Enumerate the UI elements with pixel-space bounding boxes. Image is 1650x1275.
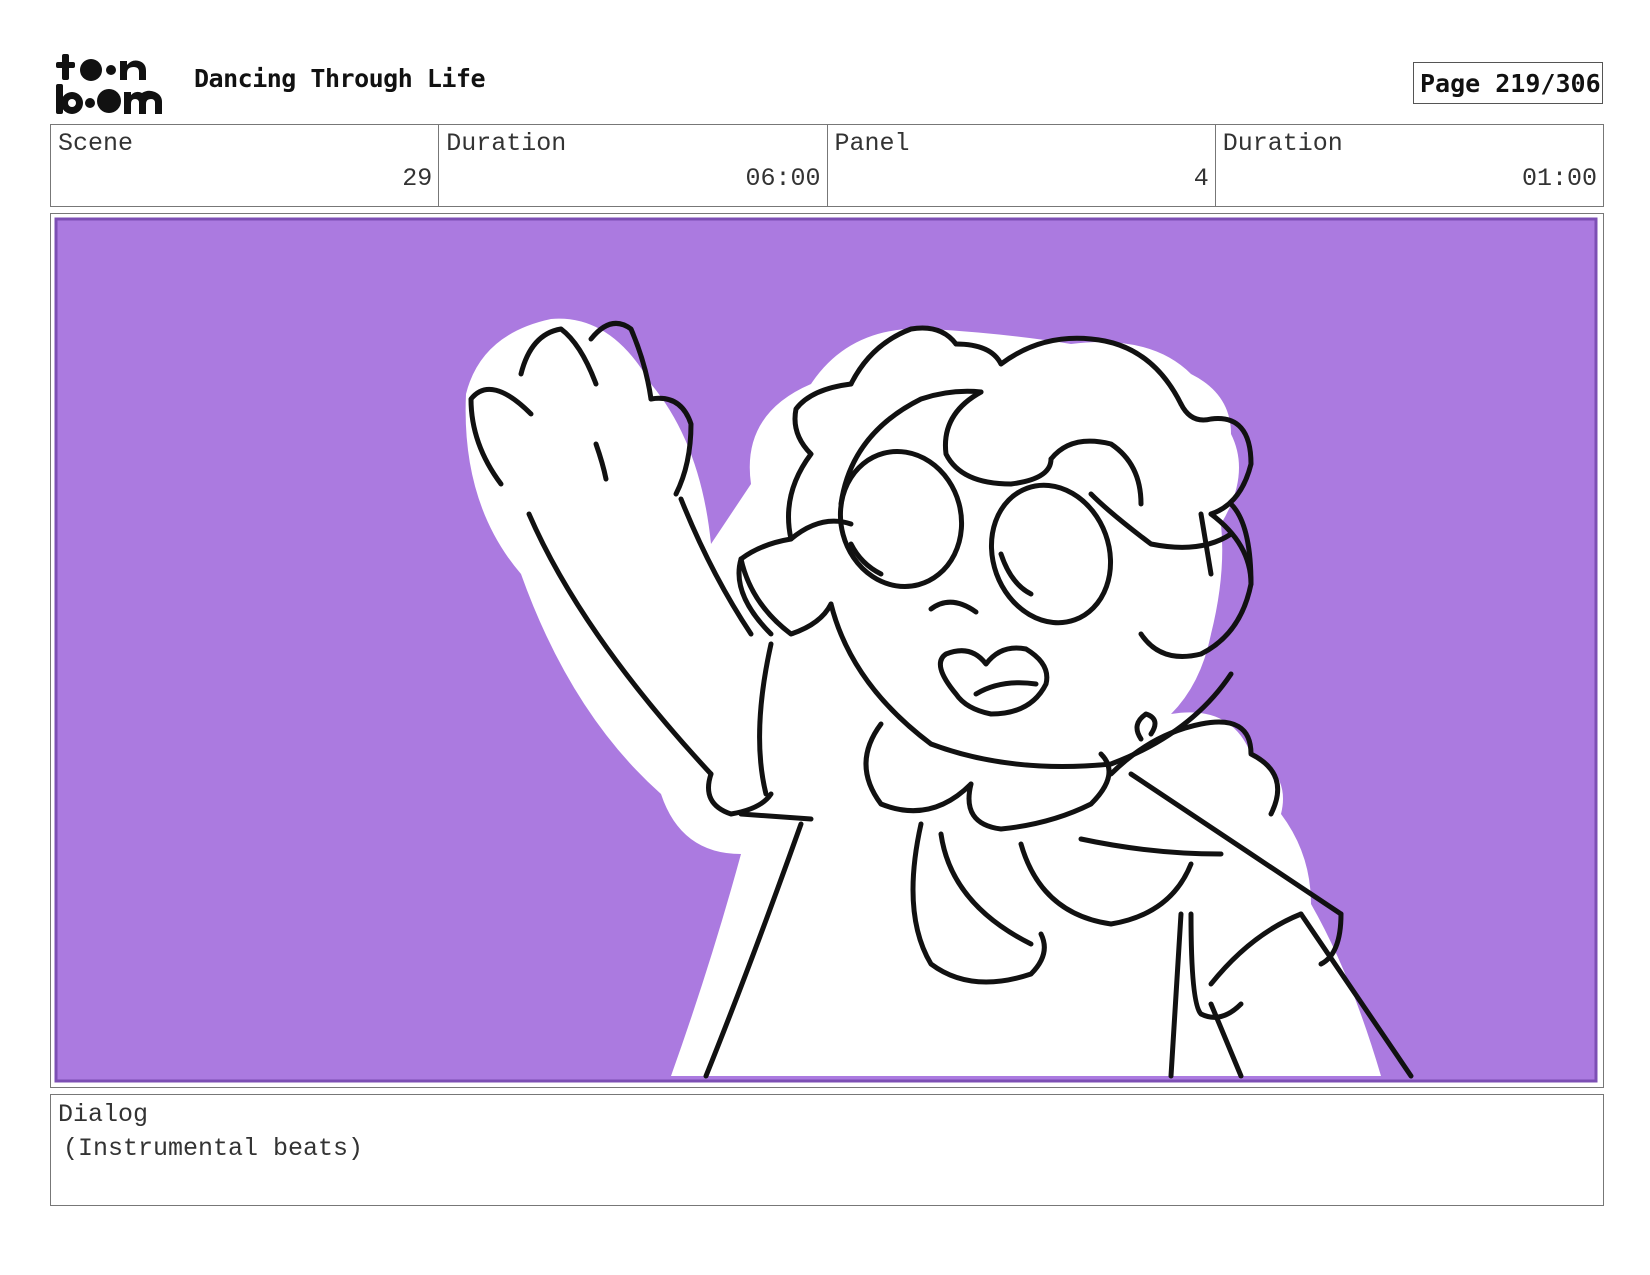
scene-duration-value: 06:00 [745,164,821,193]
scene-label: Scene [58,129,134,158]
dialog-text: (Instrumental beats) [63,1134,364,1163]
panel-duration-label: Duration [1222,129,1343,158]
scene-info-row: Scene 29 Duration 06:00 Panel 4 Duration… [50,124,1604,207]
scene-duration-cell: Duration 06:00 [439,125,828,206]
dialog-label: Dialog [58,1100,149,1129]
toon-boom-logo [54,52,170,116]
page-indicator: Page 219/306 [1413,62,1603,104]
scene-value: 29 [402,164,433,193]
scene-cell: Scene 29 [51,125,440,206]
panel-drawing [54,217,1598,1083]
panel-duration-value: 01:00 [1521,164,1597,193]
panel-label: Panel [834,129,910,158]
document-title: Dancing Through Life [194,64,486,93]
panel-value: 4 [1193,164,1209,193]
panel-duration-cell: Duration 01:00 [1216,125,1603,206]
scene-duration-label: Duration [446,129,567,158]
toon-boom-logo-mark [56,54,162,114]
storyboard-panel [50,213,1604,1088]
panel-cell: Panel 4 [828,125,1216,206]
dialog-box: Dialog (Instrumental beats) [50,1094,1604,1206]
